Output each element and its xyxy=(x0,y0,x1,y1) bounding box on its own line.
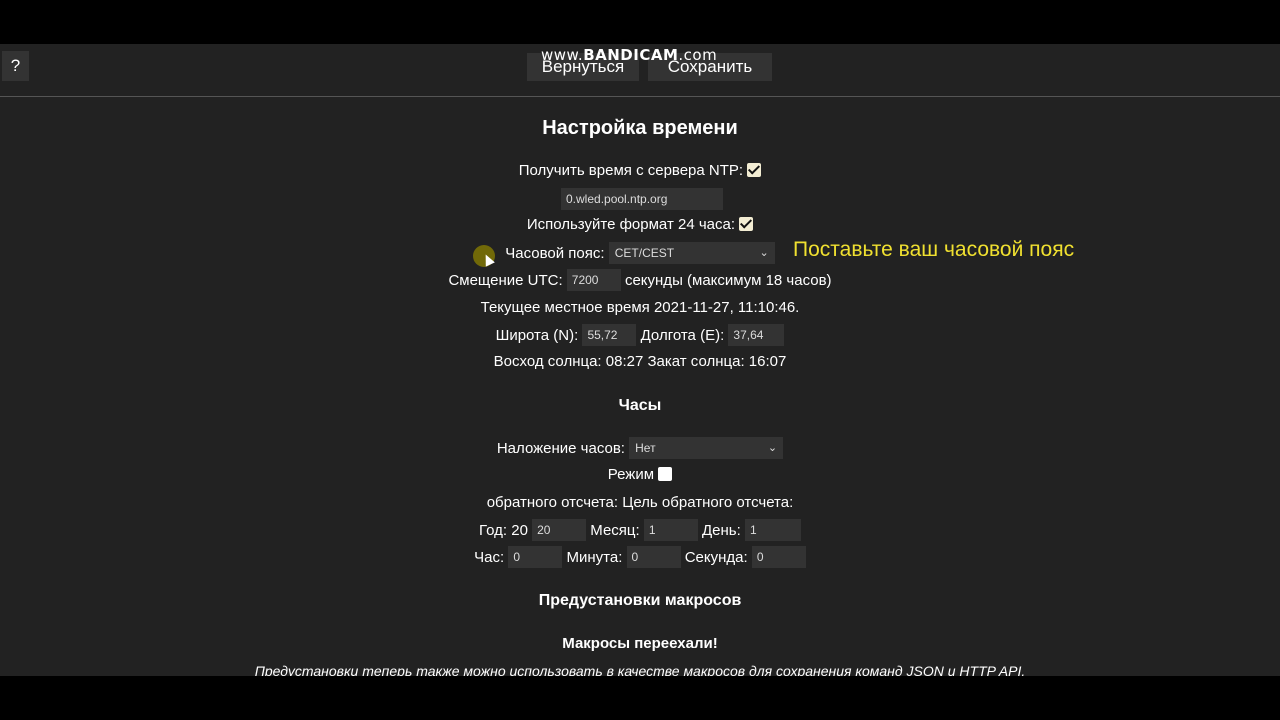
mode-row: Режим xyxy=(0,465,1280,483)
timezone-annotation: Поставьте ваш часовой пояс xyxy=(793,238,1075,261)
year-label: Год: 20 xyxy=(479,521,528,539)
time-settings-title: Настройка времени xyxy=(542,117,738,139)
ntp-row: Получить время с сервера NTP: xyxy=(0,161,1280,179)
macros-moved-title: Макросы переехали! xyxy=(562,635,718,652)
chevron-down-icon: ⌄ xyxy=(767,442,778,454)
ntp-server-input[interactable]: 0.wled.pool.ntp.org xyxy=(561,188,723,210)
minute-input[interactable]: 0 xyxy=(626,546,681,568)
ntp-checkbox[interactable] xyxy=(747,163,762,178)
longitude-input[interactable]: 37,64 xyxy=(728,324,785,346)
coordinates-row: Широта (N): 55,72 Долгота (E): 37,64 xyxy=(0,324,1280,346)
chevron-down-icon: ⌄ xyxy=(759,247,769,259)
current-time: Текущее местное время 2021-11-27, 11:10:… xyxy=(480,299,800,316)
countdown-label: обратного отсчета: Цель обратного отсчет… xyxy=(486,494,794,511)
utc-offset-label: Смещение UTC: xyxy=(448,271,563,289)
macros-title: Предустановки макросов xyxy=(538,592,742,609)
timezone-row: Часовой пояс: CET/CEST ⌄ xyxy=(0,242,1280,264)
recorder-watermark: www.BANDICAM.com xyxy=(541,46,718,64)
overlay-label: Наложение часов: xyxy=(496,439,625,457)
overlay-row: Наложение часов: Нет ⌄ xyxy=(0,437,1280,459)
top-bar: ? Вернуться Сохранить www.BANDICAM.com xyxy=(0,44,1280,97)
latitude-input[interactable]: 55,72 xyxy=(582,324,637,346)
timezone-label: Часовой пояс: xyxy=(505,244,605,262)
format24-label: Используйте формат 24 часа: xyxy=(526,215,736,233)
second-label: Секунда: xyxy=(684,548,748,566)
ntp-server-row: 0.wled.pool.ntp.org xyxy=(0,188,1280,210)
settings-page: ? Вернуться Сохранить www.BANDICAM.com Н… xyxy=(0,44,1280,676)
utc-offset-input[interactable]: 7200 xyxy=(566,269,621,291)
utc-offset-suffix: секунды (максимум 18 часов) xyxy=(624,271,832,289)
day-input[interactable]: 1 xyxy=(744,519,801,541)
countdown-date-row: Год: 20 20 Месяц: 1 День: 1 xyxy=(0,519,1280,541)
timezone-select[interactable]: CET/CEST ⌄ xyxy=(608,242,775,264)
format24-checkbox[interactable] xyxy=(739,217,754,232)
help-button[interactable]: ? xyxy=(2,51,29,81)
hour-input[interactable]: 0 xyxy=(508,546,563,568)
utc-offset-row: Смещение UTC: 7200 секунды (максимум 18 … xyxy=(0,269,1280,291)
mode-label: Режим xyxy=(607,465,655,483)
macros-note: Предустановки теперь также можно использ… xyxy=(254,663,1026,676)
format24-row: Используйте формат 24 часа: xyxy=(0,215,1280,233)
day-label: День: xyxy=(702,521,741,539)
hour-label: Час: xyxy=(474,548,505,566)
countdown-time-row: Час: 0 Минута: 0 Секунда: 0 xyxy=(0,546,1280,568)
second-input[interactable]: 0 xyxy=(751,546,806,568)
latitude-label: Широта (N): xyxy=(495,326,579,344)
clock-title: Часы xyxy=(618,397,662,414)
longitude-label: Долгота (E): xyxy=(640,326,725,344)
month-label: Месяц: xyxy=(590,521,640,539)
year-input[interactable]: 20 xyxy=(532,519,587,541)
sun-times: Восход солнца: 08:27 Закат солнца: 16:07 xyxy=(493,353,787,370)
minute-label: Минута: xyxy=(566,548,623,566)
overlay-select[interactable]: Нет ⌄ xyxy=(629,437,784,459)
ntp-label: Получить время с сервера NTP: xyxy=(518,161,744,179)
countdown-mode-checkbox[interactable] xyxy=(658,467,673,482)
month-input[interactable]: 1 xyxy=(643,519,698,541)
